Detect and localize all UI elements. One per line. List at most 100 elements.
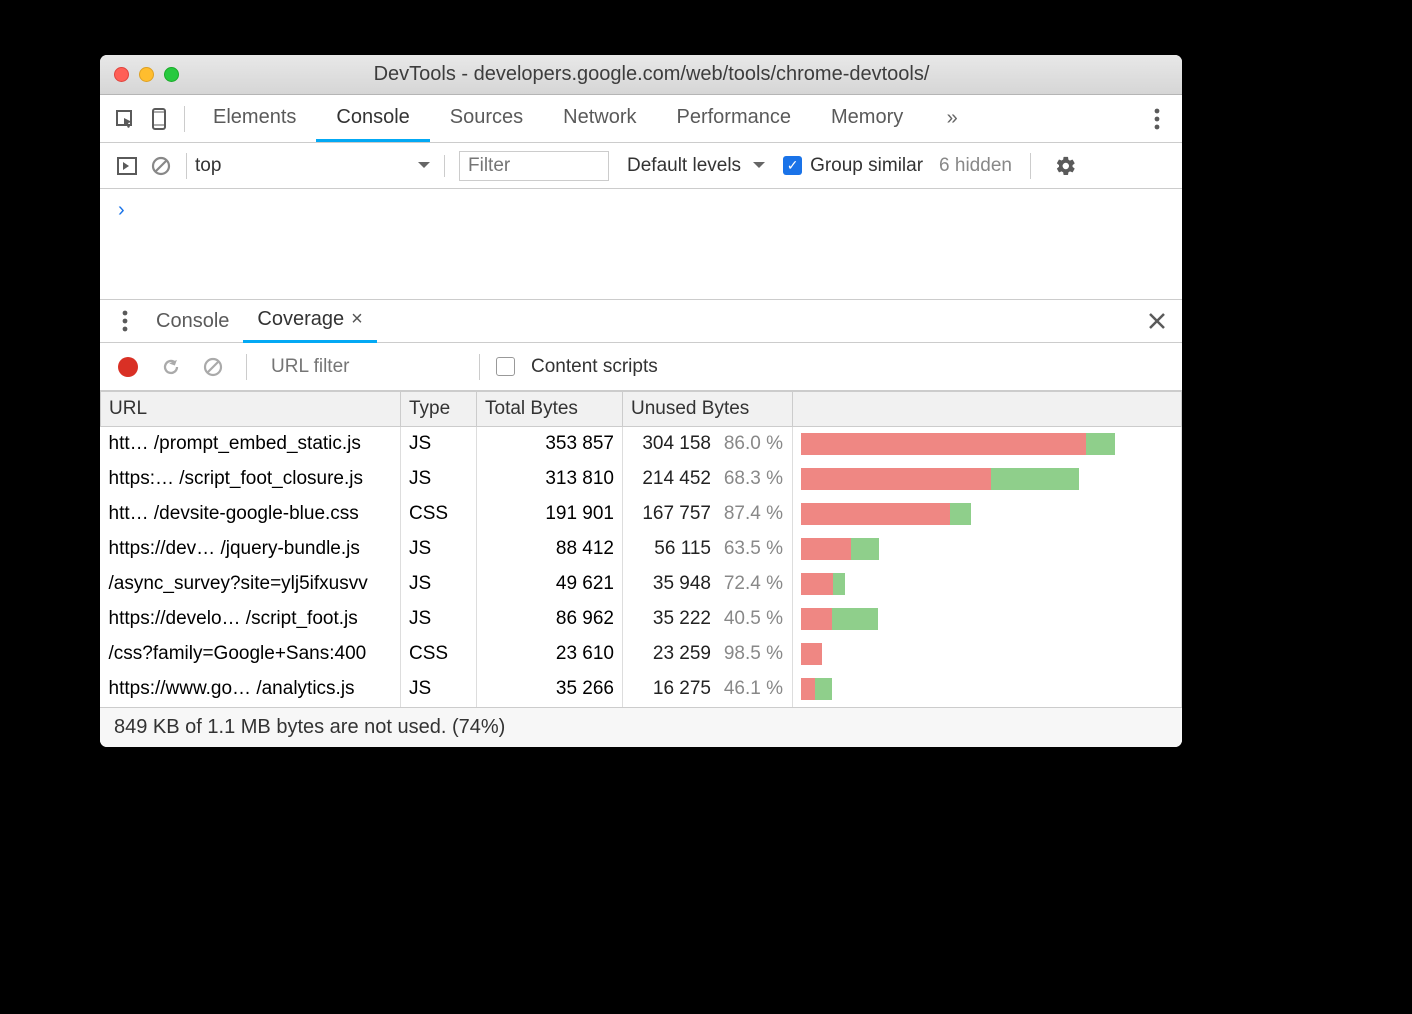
zoom-window-button[interactable]	[164, 67, 179, 82]
cell-type: JS	[401, 462, 477, 497]
group-similar-checkbox[interactable]: ✓	[783, 156, 802, 175]
titlebar: DevTools - developers.google.com/web/too…	[100, 55, 1182, 95]
drawer-tab-coverage[interactable]: Coverage×	[243, 299, 376, 343]
close-tab-icon[interactable]: ×	[351, 308, 363, 331]
unused-bytes: 304 158	[631, 433, 711, 455]
minimize-window-button[interactable]	[139, 67, 154, 82]
panel-tabs: ElementsConsoleSourcesNetworkPerformance…	[193, 96, 923, 142]
unused-pct: 46.1 %	[721, 678, 783, 700]
cell-total-bytes: 49 621	[477, 567, 623, 602]
url-filter-input[interactable]	[263, 352, 463, 382]
cell-url: /async_survey?site=ylj5ifxusvv	[101, 567, 401, 602]
inspect-element-icon[interactable]	[108, 102, 142, 136]
tab-elements[interactable]: Elements	[193, 96, 316, 142]
bar-used-segment	[833, 573, 845, 595]
more-tabs-icon[interactable]: »	[935, 102, 969, 136]
log-levels-selector[interactable]: Default levels	[627, 155, 765, 177]
cell-unused: 167 75787.4 %	[623, 497, 793, 532]
tab-performance[interactable]: Performance	[657, 96, 812, 142]
bar-unused-segment	[801, 433, 1086, 455]
usage-bar	[801, 678, 832, 700]
bar-unused-segment	[801, 678, 815, 700]
table-row[interactable]: https://www.go… /analytics.jsJS35 26616 …	[101, 672, 1182, 707]
bar-used-segment	[832, 608, 878, 630]
bar-used-segment	[991, 468, 1079, 490]
usage-bar	[801, 433, 1115, 455]
table-row[interactable]: https://dev… /jquery-bundle.jsJS88 41256…	[101, 532, 1182, 567]
cell-type: CSS	[401, 637, 477, 672]
cell-type: CSS	[401, 497, 477, 532]
usage-bar	[801, 608, 878, 630]
close-drawer-icon[interactable]	[1140, 304, 1174, 338]
divider	[246, 354, 247, 380]
cell-url: https://dev… /jquery-bundle.js	[101, 532, 401, 567]
table-header-row: URL Type Total Bytes Unused Bytes	[101, 392, 1182, 427]
window-title: DevTools - developers.google.com/web/too…	[195, 63, 1108, 86]
traffic-lights	[114, 67, 179, 82]
usage-bar	[801, 503, 971, 525]
cell-url: /css?family=Google+Sans:400	[101, 637, 401, 672]
clear-console-icon[interactable]	[144, 149, 178, 183]
cell-url: https:… /script_foot_closure.js	[101, 462, 401, 497]
bar-used-segment	[851, 538, 879, 560]
col-header-bar[interactable]	[793, 392, 1182, 427]
col-header-url[interactable]: URL	[101, 392, 401, 427]
tab-network[interactable]: Network	[543, 96, 656, 142]
coverage-table: URL Type Total Bytes Unused Bytes htt… /…	[100, 391, 1182, 707]
record-button[interactable]	[118, 357, 138, 377]
col-header-total[interactable]: Total Bytes	[477, 392, 623, 427]
clear-coverage-icon[interactable]	[196, 350, 230, 384]
cell-url: htt… /prompt_embed_static.js	[101, 427, 401, 462]
cell-type: JS	[401, 427, 477, 462]
console-filter-input[interactable]	[459, 151, 609, 181]
cell-usage-bar	[793, 497, 1182, 532]
content-scripts-label: Content scripts	[531, 356, 658, 378]
kebab-menu-icon[interactable]	[1140, 102, 1174, 136]
table-row[interactable]: https://develo… /script_foot.jsJS86 9623…	[101, 602, 1182, 637]
table-row[interactable]: /async_survey?site=ylj5ifxusvvJS49 62135…	[101, 567, 1182, 602]
reload-icon[interactable]	[154, 350, 188, 384]
unused-bytes: 214 452	[631, 468, 711, 490]
execution-context-icon[interactable]	[110, 149, 144, 183]
coverage-toolbar: Content scripts	[100, 343, 1182, 391]
gear-icon[interactable]	[1049, 149, 1083, 183]
bar-unused-segment	[801, 538, 851, 560]
table-row[interactable]: htt… /prompt_embed_static.jsJS353 857304…	[101, 427, 1182, 462]
col-header-type[interactable]: Type	[401, 392, 477, 427]
col-header-unused[interactable]: Unused Bytes	[623, 392, 793, 427]
unused-pct: 98.5 %	[721, 643, 783, 665]
console-toolbar: top Default levels ✓ Group similar 6 hid…	[100, 143, 1182, 189]
tab-console[interactable]: Console	[316, 96, 429, 142]
unused-pct: 40.5 %	[721, 608, 783, 630]
devtools-window: DevTools - developers.google.com/web/too…	[100, 55, 1182, 747]
content-scripts-checkbox[interactable]	[496, 357, 515, 376]
tab-sources[interactable]: Sources	[430, 96, 543, 142]
cell-total-bytes: 23 610	[477, 637, 623, 672]
usage-bar	[801, 573, 845, 595]
cell-url: https://develo… /script_foot.js	[101, 602, 401, 637]
drawer-menu-icon[interactable]	[108, 304, 142, 338]
drawer-tab-console[interactable]: Console	[142, 299, 243, 343]
unused-pct: 86.0 %	[721, 433, 783, 455]
cell-url: htt… /devsite-google-blue.css	[101, 497, 401, 532]
cell-url: https://www.go… /analytics.js	[101, 672, 401, 707]
context-selector[interactable]: top	[195, 155, 445, 177]
unused-bytes: 23 259	[631, 643, 711, 665]
cell-usage-bar	[793, 427, 1182, 462]
chevron-down-icon	[747, 155, 765, 177]
table-row[interactable]: /css?family=Google+Sans:400CSS23 610 23 2…	[101, 637, 1182, 672]
table-row[interactable]: https:… /script_foot_closure.jsJS313 810…	[101, 462, 1182, 497]
cell-type: JS	[401, 672, 477, 707]
tab-memory[interactable]: Memory	[811, 96, 923, 142]
hidden-count[interactable]: 6 hidden	[939, 155, 1012, 177]
cell-usage-bar	[793, 672, 1182, 707]
console-body[interactable]: ›	[100, 189, 1182, 299]
device-toolbar-icon[interactable]	[142, 102, 176, 136]
usage-bar	[801, 468, 1079, 490]
cell-type: JS	[401, 602, 477, 637]
chevron-down-icon	[412, 155, 430, 177]
table-row[interactable]: htt… /devsite-google-blue.cssCSS191 9011…	[101, 497, 1182, 532]
usage-bar	[801, 643, 822, 665]
close-window-button[interactable]	[114, 67, 129, 82]
cell-unused: 214 45268.3 %	[623, 462, 793, 497]
